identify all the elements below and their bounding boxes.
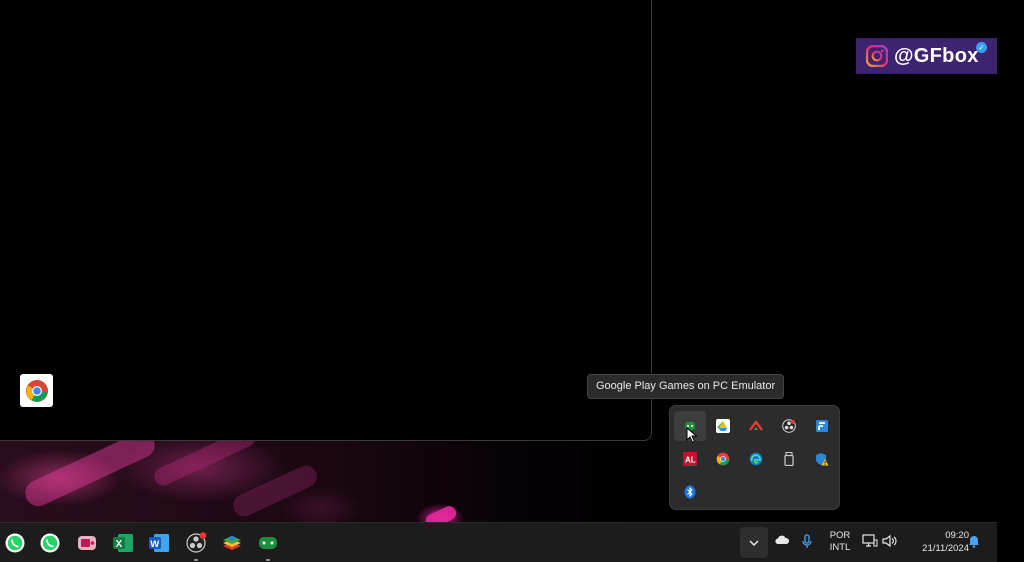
taskbar-app-screen-recorder[interactable] xyxy=(75,531,99,555)
chrome-icon xyxy=(716,452,730,466)
obs-icon xyxy=(782,419,796,433)
svg-text:AL: AL xyxy=(685,456,696,465)
word-icon: W xyxy=(149,534,169,552)
whatsapp-icon xyxy=(40,533,60,553)
notifications-button[interactable] xyxy=(968,534,980,548)
svg-text:W: W xyxy=(150,539,159,550)
google-drive-icon xyxy=(716,419,730,433)
chevron-down-icon xyxy=(749,539,759,546)
amd-icon: AL xyxy=(683,452,697,466)
bell-icon xyxy=(969,536,979,548)
instagram-icon xyxy=(866,45,888,67)
desktop-shortcut-chrome[interactable] xyxy=(20,374,53,407)
app-window[interactable] xyxy=(0,0,652,441)
clock-time: 09:20 xyxy=(945,530,969,541)
onedrive-button[interactable] xyxy=(774,534,790,546)
taskbar: X W POR INTL 09:20 21/11/2024 xyxy=(0,522,997,562)
security-warning-icon xyxy=(816,453,829,466)
cloud-icon xyxy=(775,535,790,544)
input-language-indicator[interactable]: POR INTL xyxy=(823,530,857,554)
usb-drive-icon xyxy=(784,452,794,466)
taskbar-app-google-play-games[interactable] xyxy=(256,531,280,561)
tray-item-bluetooth[interactable] xyxy=(674,477,706,507)
network-icon xyxy=(862,534,878,547)
mouse-cursor-icon xyxy=(686,427,698,444)
taskbar-app-whatsapp-business[interactable] xyxy=(38,531,62,555)
keyboard-layout: INTL xyxy=(829,542,851,553)
tray-overflow-flyout: AL xyxy=(669,405,840,510)
clock-date: 21/11/2024 xyxy=(922,543,969,554)
tray-item-google-drive[interactable] xyxy=(707,411,739,441)
screen-recorder-icon xyxy=(78,536,96,550)
bluestacks-icon xyxy=(223,535,241,550)
tray-item-obs[interactable] xyxy=(773,411,805,441)
instagram-watermark: @GFbox ✓ xyxy=(856,38,997,74)
tray-item-edge[interactable] xyxy=(740,444,772,474)
bluetooth-icon xyxy=(684,485,696,499)
red-arrow-app-icon xyxy=(749,420,763,431)
taskbar-app-excel[interactable]: X xyxy=(111,531,135,555)
verified-badge-icon: ✓ xyxy=(976,42,987,53)
edge-icon xyxy=(749,452,763,466)
instagram-handle: @GFbox xyxy=(894,44,979,67)
tray-item-chrome[interactable] xyxy=(707,444,739,474)
language-code: POR xyxy=(829,530,851,541)
tray-item-blue-app[interactable] xyxy=(806,411,838,441)
blue-app-icon xyxy=(816,420,828,432)
volume-button[interactable] xyxy=(882,534,897,548)
clock[interactable]: 09:20 21/11/2024 xyxy=(903,529,969,555)
network-button[interactable] xyxy=(862,534,878,548)
taskbar-app-word[interactable]: W xyxy=(147,531,171,555)
tray-item-amd[interactable]: AL xyxy=(674,444,706,474)
tray-item-red-arrow-app[interactable] xyxy=(740,411,772,441)
whatsapp-icon xyxy=(5,533,25,553)
speaker-icon xyxy=(882,534,897,548)
taskbar-app-obs[interactable] xyxy=(184,531,208,561)
taskbar-app-bluestacks[interactable] xyxy=(220,531,244,555)
microphone-button[interactable] xyxy=(801,534,813,550)
microphone-icon xyxy=(802,534,812,548)
chrome-icon xyxy=(25,379,48,402)
obs-icon xyxy=(186,532,207,553)
google-play-games-icon xyxy=(259,537,277,549)
taskbar-app-whatsapp[interactable] xyxy=(3,531,27,555)
show-hidden-icons-button[interactable] xyxy=(740,527,768,558)
tray-tooltip: Google Play Games on PC Emulator xyxy=(587,374,785,399)
desktop-wallpaper xyxy=(0,438,660,522)
svg-text:X: X xyxy=(116,539,123,550)
tray-item-security[interactable] xyxy=(806,444,838,474)
excel-icon: X xyxy=(113,534,133,552)
tray-item-usb-drive[interactable] xyxy=(773,444,805,474)
